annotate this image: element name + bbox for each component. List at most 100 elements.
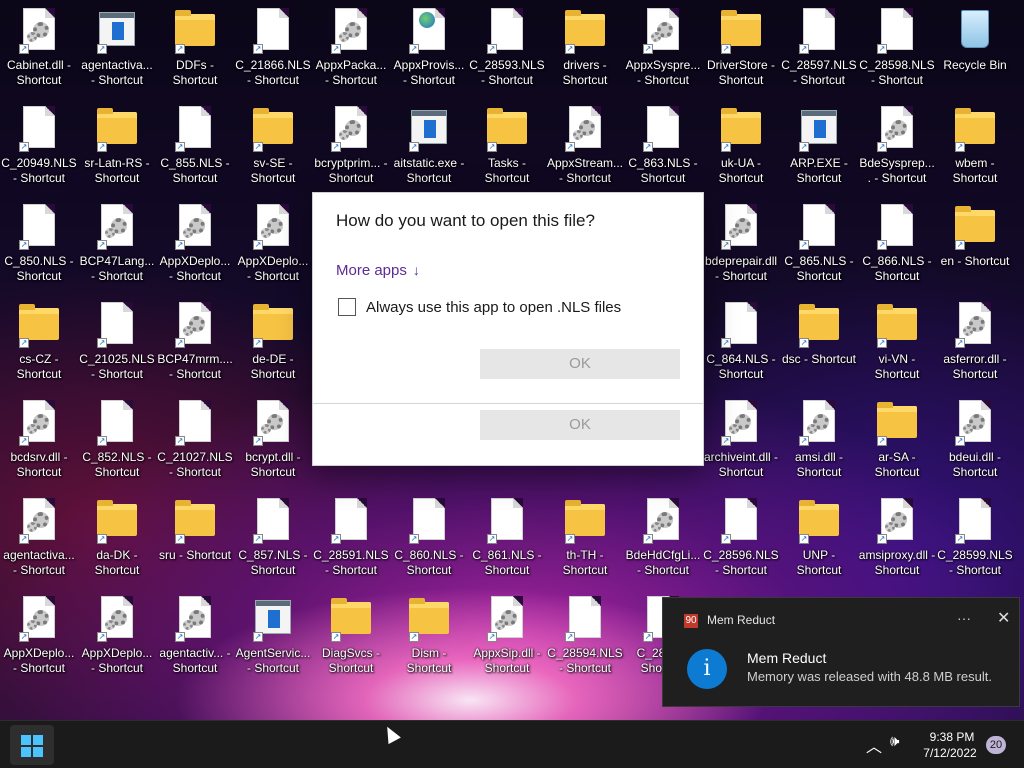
desktop-icon[interactable]: ↗ C_860.NLS - Shortcut [390, 490, 468, 586]
desktop-icon[interactable]: ↗ BCP47mrm.... - Shortcut [156, 294, 234, 390]
desktop-icon[interactable]: ↗ amsi.dll - Shortcut [780, 392, 858, 488]
close-icon[interactable]: ✕ [997, 608, 1010, 628]
shortcut-arrow-icon: ↗ [955, 436, 965, 446]
desktop-icon-label: ARP.EXE - Shortcut [790, 156, 848, 185]
desktop-icon[interactable]: ↗ C_21866.NLS - Shortcut [234, 0, 312, 96]
shortcut-arrow-icon: ↗ [409, 534, 419, 544]
desktop-icon[interactable]: ↗ AgentServic... - Shortcut [234, 588, 312, 684]
always-use-label[interactable]: Always use this app to open .NLS files [366, 299, 621, 316]
desktop-icon[interactable]: ↗ asferror.dll - Shortcut [936, 294, 1014, 390]
desktop-icon[interactable]: ↗ DDFs - Shortcut [156, 0, 234, 96]
desktop-icon[interactable]: ↗ C_28598.NLS - Shortcut [858, 0, 936, 96]
notification-count-badge[interactable]: 20 [986, 736, 1006, 754]
desktop-icon[interactable]: ↗ C_857.NLS - Shortcut [234, 490, 312, 586]
desktop-icon[interactable]: ↗ drivers - Shortcut [546, 0, 624, 96]
desktop-icon-label: drivers - Shortcut [562, 58, 608, 87]
dialog-title: How do you want to open this file? [336, 211, 595, 230]
desktop-icon[interactable]: ↗ DriverStore - Shortcut [702, 0, 780, 96]
desktop-icon[interactable]: ↗ C_28599.NLS - Shortcut [936, 490, 1014, 586]
shortcut-arrow-icon: ↗ [253, 436, 263, 446]
desktop-icon[interactable]: ↗ Dism - Shortcut [390, 588, 468, 684]
document-icon: ↗ [485, 8, 529, 54]
desktop-icon[interactable]: ↗ bcrypt.dll - Shortcut [234, 392, 312, 488]
desktop-icon[interactable]: ↗ sv-SE - Shortcut [234, 98, 312, 194]
desktop-icon[interactable]: ↗ sr-Latn-RS - Shortcut [78, 98, 156, 194]
desktop-icon[interactable]: ↗ C_852.NLS - Shortcut [78, 392, 156, 488]
desktop-icon[interactable]: ↗ de-DE - Shortcut [234, 294, 312, 390]
desktop-icon[interactable]: ↗ C_864.NLS - Shortcut [702, 294, 780, 390]
desktop-icon[interactable]: ↗ bdeui.dll - Shortcut [936, 392, 1014, 488]
desktop-icon[interactable]: ↗ vi-VN - Shortcut [858, 294, 936, 390]
desktop-icon[interactable]: ↗ AppxSyspre... - Shortcut [624, 0, 702, 96]
always-use-checkbox[interactable] [338, 298, 356, 316]
desktop-icon[interactable]: ↗ aitstatic.exe - Shortcut [390, 98, 468, 194]
show-hidden-icons-chevron-icon[interactable]: ︿ [866, 733, 882, 757]
desktop-icon[interactable]: ↗ C_865.NLS - Shortcut [780, 196, 858, 292]
desktop-icon[interactable]: ↗ agentactiva... - Shortcut [78, 0, 156, 96]
desktop-icon[interactable]: ↗ C_21025.NLS - Shortcut [78, 294, 156, 390]
desktop-icon[interactable]: ↗ C_21027.NLS - Shortcut [156, 392, 234, 488]
desktop-icon[interactable]: ↗ UNP - Shortcut [780, 490, 858, 586]
desktop-icon[interactable]: ↗ da-DK - Shortcut [78, 490, 156, 586]
desktop-icon[interactable]: ↗ DiagSvcs - Shortcut [312, 588, 390, 684]
desktop-icon[interactable]: ↗ C_863.NLS - Shortcut [624, 98, 702, 194]
desktop-icon[interactable]: ↗ ar-SA - Shortcut [858, 392, 936, 488]
settings-file-icon: ↗ [875, 106, 919, 152]
desktop-icon[interactable]: ↗ C_28597.NLS - Shortcut [780, 0, 858, 96]
start-button[interactable] [10, 725, 54, 765]
desktop-icon[interactable]: ↗ AppxPacka... - Shortcut [312, 0, 390, 96]
desktop-icon[interactable]: ↗ AppXDeplo... - Shortcut [156, 196, 234, 292]
desktop-icon[interactable]: ↗ C_28596.NLS - Shortcut [702, 490, 780, 586]
desktop-icon[interactable]: ↗ agentactiv... - Shortcut [156, 588, 234, 684]
clock-date[interactable]: 7/12/2022 [918, 746, 982, 760]
desktop-icon[interactable]: ↗ BCP47Lang... - Shortcut [78, 196, 156, 292]
desktop-icon[interactable]: ↗ Cabinet.dll - Shortcut [0, 0, 78, 96]
desktop-icon[interactable]: ↗ agentactiva... - Shortcut [0, 490, 78, 586]
desktop-icon[interactable]: ↗ AppxProvis... - Shortcut [390, 0, 468, 96]
desktop-icon[interactable]: ↗ en - Shortcut [936, 196, 1014, 292]
desktop-icon[interactable]: ↗ Tasks - Shortcut [468, 98, 546, 194]
volume-icon[interactable]: 🕪 [890, 733, 899, 750]
desktop-icon[interactable]: ↗ uk-UA - Shortcut [702, 98, 780, 194]
desktop-icon[interactable]: ↗ AppXDeplo... - Shortcut [78, 588, 156, 684]
shortcut-arrow-icon: ↗ [19, 240, 29, 250]
desktop-icon-label: Tasks - Shortcut [484, 156, 530, 185]
desktop-icon[interactable]: ↗ C_861.NLS - Shortcut [468, 490, 546, 586]
ok-button-secondary[interactable]: OK [480, 410, 680, 440]
desktop-icon[interactable]: ↗ cs-CZ - Shortcut [0, 294, 78, 390]
desktop-icon[interactable]: ↗ C_28591.NLS - Shortcut [312, 490, 390, 586]
desktop-icon[interactable]: ↗ dsc - Shortcut [780, 294, 858, 390]
desktop-icon[interactable]: ↗ C_28593.NLS - Shortcut [468, 0, 546, 96]
desktop-icon[interactable]: ↗ sru - Shortcut [156, 490, 234, 586]
more-options-icon[interactable]: ··· [957, 610, 971, 626]
desktop-icon[interactable]: ↗ AppXDeplo... - Shortcut [0, 588, 78, 684]
desktop-icon[interactable]: ↗ C_850.NLS - Shortcut [0, 196, 78, 292]
desktop-icon[interactable]: ↗ bcdsrv.dll - Shortcut [0, 392, 78, 488]
desktop-icon[interactable]: ↗ amsiproxy.dll - Shortcut [858, 490, 936, 586]
desktop-icon[interactable]: ↗ C_20949.NLS - Shortcut [0, 98, 78, 194]
desktop-icon[interactable]: ↗ BdeHdCfgLi... - Shortcut [624, 490, 702, 586]
desktop-icon[interactable]: ↗ archiveint.dll - Shortcut [702, 392, 780, 488]
desktop-icon-label: C_28591.NLS - Shortcut [313, 548, 389, 577]
more-apps-link[interactable]: More apps ↓ [336, 262, 420, 279]
desktop-icon[interactable]: ↗ AppxSip.dll - Shortcut [468, 588, 546, 684]
desktop-icon[interactable]: ↗ C_28594.NLS - Shortcut [546, 588, 624, 684]
desktop-icon[interactable]: ↗ AppXDeplo... - Shortcut [234, 196, 312, 292]
clock-time[interactable]: 9:38 PM [922, 730, 982, 744]
shortcut-arrow-icon: ↗ [19, 142, 29, 152]
desktop-icon[interactable]: ↗ th-TH - Shortcut [546, 490, 624, 586]
ok-button[interactable]: OK [480, 349, 680, 379]
desktop-icon[interactable]: ↗ BdeSysprep.... - Shortcut [858, 98, 936, 194]
desktop-icon[interactable]: ↗ AppxStream... - Shortcut [546, 98, 624, 194]
desktop-icon[interactable]: ↗ ARP.EXE - Shortcut [780, 98, 858, 194]
desktop-icon[interactable]: ↗ bdeprepair.dll - Shortcut [702, 196, 780, 292]
desktop-icon[interactable]: ↗ C_855.NLS - Shortcut [156, 98, 234, 194]
desktop-icon-label: bcdsrv.dll - Shortcut [10, 450, 68, 479]
desktop-icon[interactable]: ↗ bcryptprim... - Shortcut [312, 98, 390, 194]
desktop-icon[interactable]: ↗ wbem - Shortcut [936, 98, 1014, 194]
taskbar: ︿ 🕪 9:38 PM 7/12/2022 20 [0, 720, 1024, 768]
desktop-icon[interactable]: Recycle Bin [936, 0, 1014, 96]
desktop-icon-label: BdeSysprep.... - Shortcut [859, 156, 935, 185]
notification-toast[interactable]: 90 Mem Reduct ··· ✕ i Mem Reduct Memory … [662, 597, 1020, 707]
desktop-icon[interactable]: ↗ C_866.NLS - Shortcut [858, 196, 936, 292]
